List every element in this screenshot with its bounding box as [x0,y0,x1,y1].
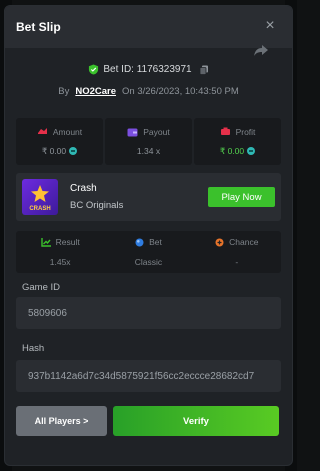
wallet-icon [127,128,138,136]
copy-icon[interactable] [199,65,209,75]
stat-amount: Amount ₹ 0.00 [16,118,103,165]
by-label: By [58,86,70,97]
game-id-label: Game ID [22,282,61,293]
detail-label: Result [55,237,80,247]
detail-label: Chance [229,237,259,247]
all-players-button[interactable]: All Players > [16,406,107,436]
shield-icon [89,64,99,75]
stat-label: Payout [143,127,170,137]
chart-icon [40,237,51,247]
coin-icon [247,147,256,155]
stats-panel: Amount ₹ 0.00 Payout 1.34 x Profit ₹ 0.0… [16,118,281,165]
stat-payout: Payout 1.34 x [105,118,192,165]
bet-timestamp: On 3/26/2023, 10:43:50 PM [122,86,239,97]
detail-chance: Chance - [193,231,281,273]
thumb-text: CRASH [29,206,51,212]
coin-icon [69,147,78,155]
game-thumbnail: CRASH [22,179,58,215]
stat-value: ₹ 0.00 [219,145,245,156]
target-icon [215,238,224,246]
game-provider: BC Originals [70,200,124,211]
verify-button[interactable]: Verify [113,406,279,436]
close-icon[interactable]: × [262,18,278,34]
detail-label: Bet [149,237,162,247]
stat-value: ₹ 0.00 [41,145,67,156]
modal-title: Bet Slip [16,20,61,34]
user-link[interactable]: NO2Care [75,86,116,97]
stat-label: Profit [235,126,256,137]
game-name[interactable]: Crash [70,183,123,194]
bet-meta-row: By NO2Care On 3/26/2023, 10:43:50 PM [5,86,292,97]
detail-result: Result 1.45x [16,231,104,273]
bet-slip-modal: Bet Slip × Bet ID: 1176323971 By NO2Care… [4,5,293,466]
stat-value: 1.34 x [136,146,161,156]
stat-label: Amount [52,126,83,137]
game-card: CRASH Crash BC Originals Play Now [16,173,281,221]
detail-value: Classic [134,257,163,267]
share-icon[interactable] [253,44,269,58]
stat-profit: Profit ₹ 0.00 [194,118,281,165]
modal-header: Bet Slip × [5,6,292,48]
detail-value: - [235,257,239,267]
crash-logo-icon [31,185,49,202]
bet-id: Bet ID: 1176323971 [103,64,192,75]
money-icon [220,127,230,135]
bet-id-row: Bet ID: 1176323971 [5,64,292,75]
detail-value: 1.45x [49,257,71,267]
detail-bet: Bet Classic [104,231,192,273]
play-now-button[interactable]: Play Now [208,187,275,207]
money-icon [37,128,47,134]
game-id-field[interactable]: 5809606 [16,297,281,329]
bet-details-panel: Result 1.45x Bet Classic Chance - [16,231,281,273]
hash-field[interactable]: 937b1142a6d7c34d5875921f56cc2eccce28682c… [16,360,281,392]
hash-label: Hash [22,343,45,354]
drop-icon [135,238,144,246]
